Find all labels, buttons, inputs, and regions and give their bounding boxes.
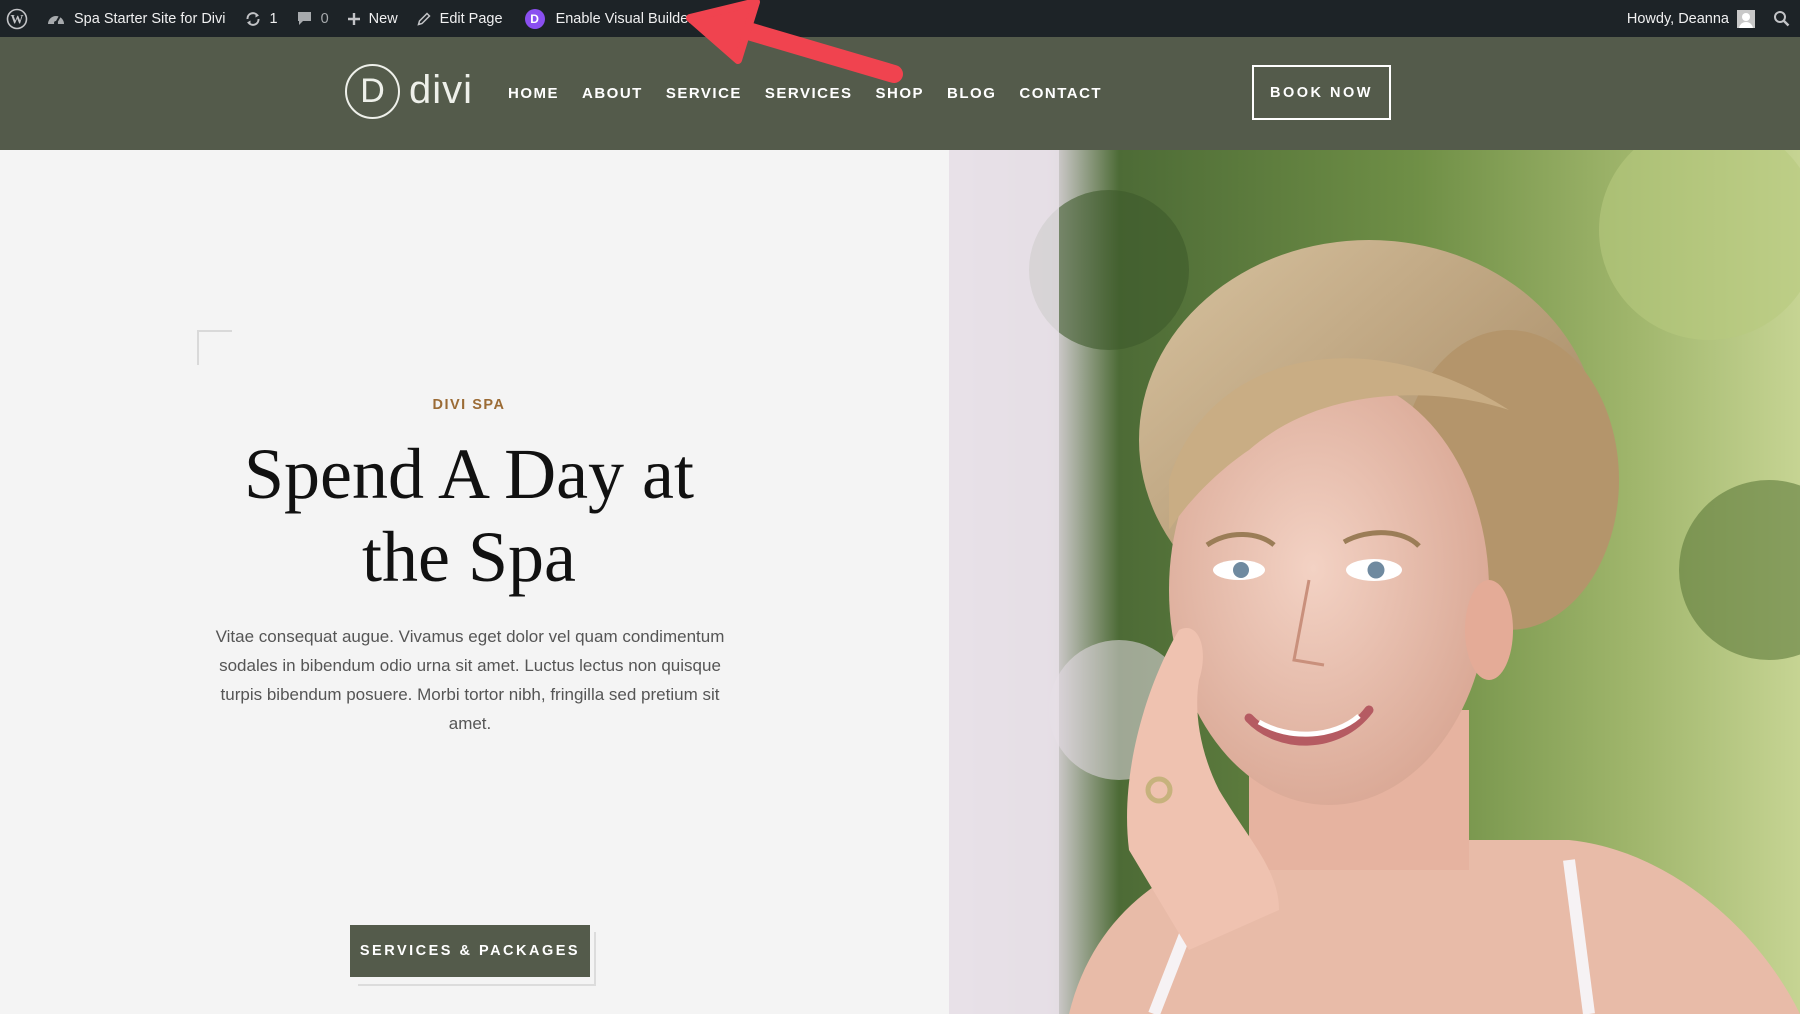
svg-text:W: W xyxy=(11,11,24,26)
hero-body: Vitae consequat augue. Vivamus eget dolo… xyxy=(215,627,725,733)
new-content-button[interactable]: New xyxy=(338,0,407,37)
nav-services[interactable]: SERVICES xyxy=(765,85,853,102)
enable-visual-builder-button[interactable]: D Enable Visual Builder xyxy=(516,0,703,37)
divi-icon: D xyxy=(524,8,545,29)
my-account-menu[interactable]: Howdy, Deanna xyxy=(1618,0,1764,37)
edit-page-label: Edit Page xyxy=(439,10,503,27)
greeting-label: Howdy, Deanna xyxy=(1626,10,1729,27)
avatar xyxy=(1737,9,1755,28)
hero-headline-line2: the Spa xyxy=(362,517,576,597)
site-name-menu[interactable]: Spa Starter Site for Divi xyxy=(37,0,235,37)
comments-count: 0 xyxy=(320,10,329,27)
nav-shop[interactable]: SHOP xyxy=(876,85,925,102)
comments-icon xyxy=(297,12,311,25)
edit-page-button[interactable]: Edit Page xyxy=(407,0,512,37)
site-header: D divi HOME ABOUT SERVICE SERVICES SHOP … xyxy=(0,37,1800,150)
nav-blog[interactable]: BLOG xyxy=(947,85,996,102)
decorative-corner xyxy=(197,330,232,365)
comments-button[interactable]: 0 xyxy=(287,0,338,37)
logo-text: divi xyxy=(409,68,474,112)
logo-mark: D xyxy=(345,64,400,119)
site-dashboard-icon xyxy=(48,15,64,25)
updates-button[interactable]: 1 xyxy=(235,0,287,37)
search-icon xyxy=(1774,11,1790,27)
new-label: New xyxy=(368,10,398,27)
woman-portrait-image xyxy=(949,150,1800,1014)
plus-icon xyxy=(347,12,360,25)
services-packages-button[interactable]: SERVICES & PACKAGES xyxy=(350,925,590,977)
hero-headline-line1: Spend A Day at xyxy=(244,434,694,514)
hero-photo xyxy=(949,150,1800,1014)
admin-bar-right: Howdy, Deanna xyxy=(1618,0,1800,37)
admin-search-button[interactable] xyxy=(1764,0,1800,37)
updates-icon xyxy=(246,11,259,26)
nav-contact[interactable]: CONTACT xyxy=(1019,85,1102,102)
hero-text-section: DIVI SPA Spend A Day at the Spa Vitae co… xyxy=(0,150,949,1014)
wordpress-icon: W xyxy=(6,8,28,29)
hero-headline: Spend A Day at the Spa xyxy=(0,433,938,599)
main-navigation: HOME ABOUT SERVICE SERVICES SHOP BLOG CO… xyxy=(508,37,1125,150)
site-name-label: Spa Starter Site for Divi xyxy=(74,10,226,27)
hero-eyebrow: DIVI SPA xyxy=(432,397,506,413)
wp-admin-bar: W Spa Starter Site for Divi 1 0 New Edit… xyxy=(0,0,1800,37)
wordpress-logo-button[interactable]: W xyxy=(0,0,37,37)
nav-service[interactable]: SERVICE xyxy=(666,85,742,102)
visual-builder-label: Enable Visual Builder xyxy=(555,10,694,27)
book-now-button[interactable]: BOOK NOW xyxy=(1252,65,1391,120)
updates-count: 1 xyxy=(269,10,278,27)
nav-home[interactable]: HOME xyxy=(508,85,559,102)
divi-logo[interactable]: D divi xyxy=(345,64,473,119)
nav-about[interactable]: ABOUT xyxy=(582,85,643,102)
pencil-icon xyxy=(417,11,431,26)
